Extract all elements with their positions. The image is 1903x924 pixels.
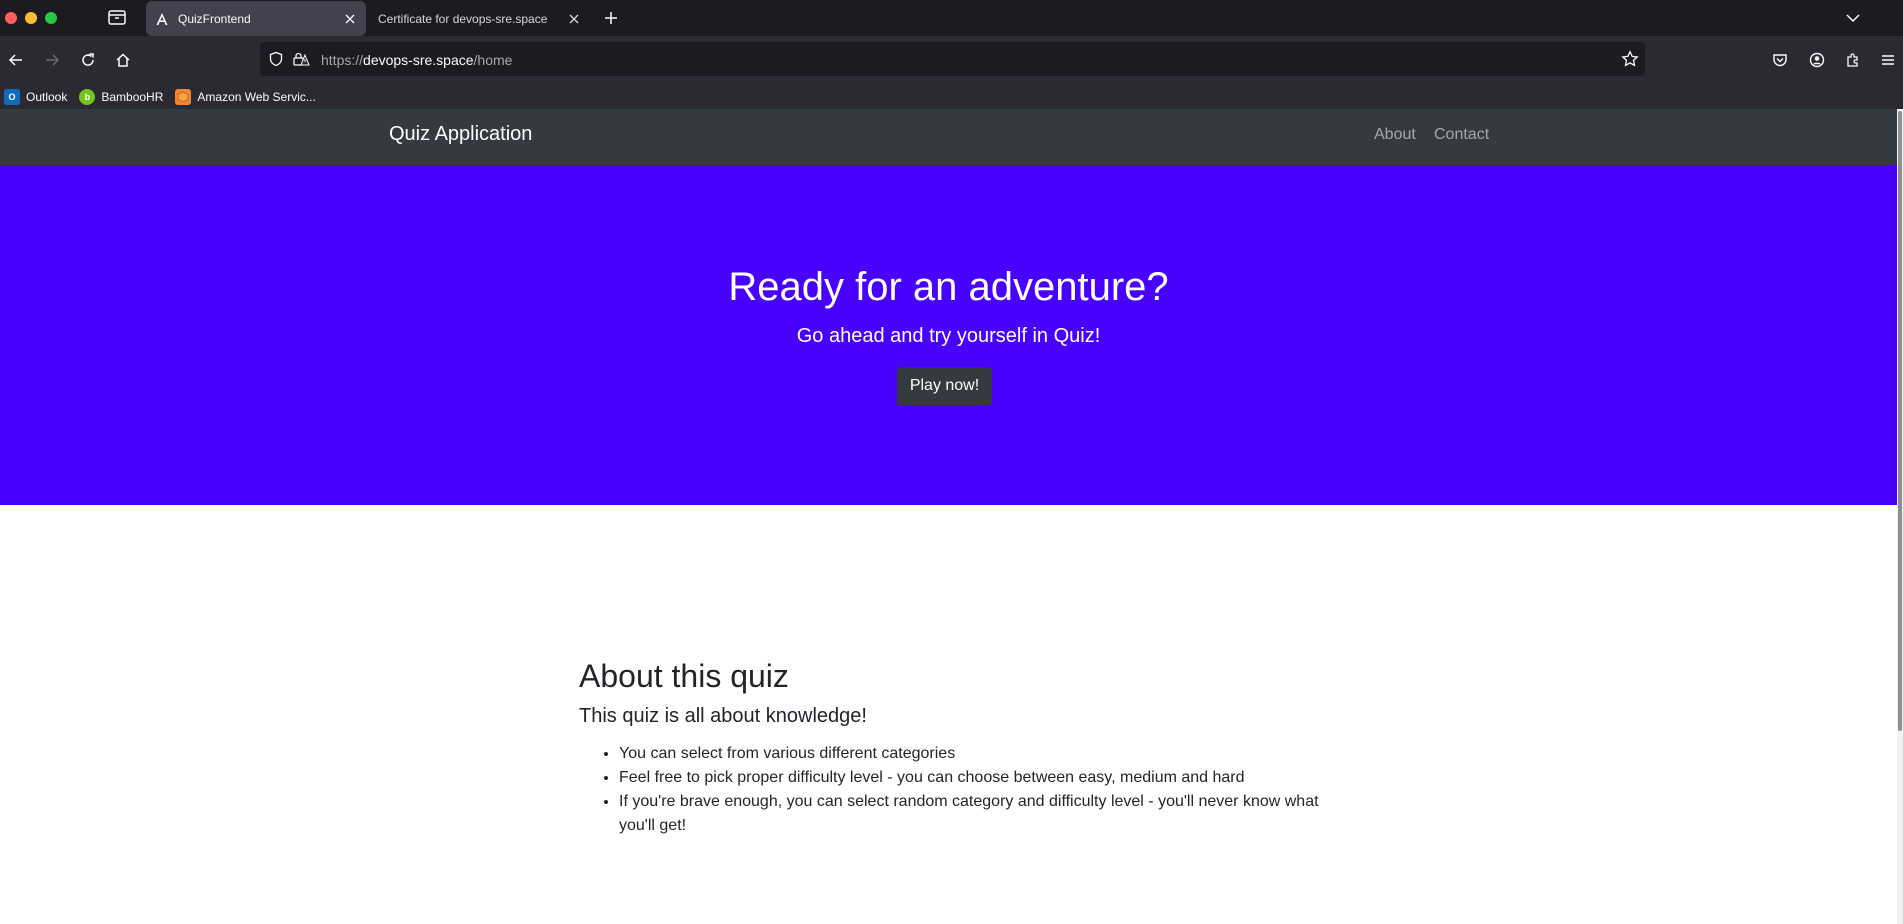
about-section: About this quiz This quiz is all about k… [579,657,1319,838]
url-path: /home [473,52,513,68]
list-item: If you're brave enough, you can select r… [619,790,1319,838]
scrollbar-thumb[interactable] [1898,111,1902,731]
menu-icon[interactable] [1876,48,1900,72]
shield-icon[interactable] [268,51,284,72]
nav-link-about[interactable]: About [1374,126,1416,144]
site-navbar: Quiz Application About Contact [0,109,1897,165]
close-tab-icon[interactable] [340,9,360,29]
extensions-icon[interactable] [1841,48,1865,72]
feature-list: You can select from various different ca… [579,742,1319,838]
tab-title: Certificate for devops-sre.space [378,11,548,26]
bookmark-bamboohr[interactable]: b BambooHR [79,88,164,105]
angular-icon [154,11,170,27]
bookmarks-bar: O Outlook b BambooHR Amazon Web Servic..… [0,84,1903,109]
bookmark-label: Outlook [26,89,68,104]
aws-icon [175,88,192,105]
insecure-lock-icon[interactable] [292,51,310,72]
bamboohr-icon: b [79,88,96,105]
url-host: devops-sre.space [363,52,474,68]
reload-icon[interactable] [76,48,100,72]
list-item: You can select from various different ca… [619,742,1319,766]
play-now-button[interactable]: Play now! [897,367,992,405]
bookmark-star-icon[interactable] [1621,50,1639,73]
new-tab-icon[interactable] [601,8,621,28]
hero-subtitle: Go ahead and try yourself in Quiz! [796,325,1101,347]
tab-overview-icon[interactable] [107,8,129,28]
pocket-icon[interactable] [1768,48,1792,72]
outlook-icon: O [4,88,20,105]
list-all-tabs-icon[interactable] [1843,8,1863,28]
bookmark-label: Amazon Web Servic... [197,89,316,104]
url-scheme: https:// [321,52,364,68]
about-title: About this quiz [579,658,789,694]
bookmark-aws[interactable]: Amazon Web Servic... [175,88,316,105]
close-window-button[interactable] [5,12,17,24]
page-scrollbar[interactable] [1897,109,1903,924]
maximize-window-button[interactable] [45,12,57,24]
nav-link-contact[interactable]: Contact [1434,126,1489,144]
close-tab-icon[interactable] [564,9,584,29]
tab-title: QuizFrontend [178,11,251,26]
account-icon[interactable] [1805,48,1829,72]
minimize-window-button[interactable] [25,12,37,24]
bookmark-label: BambooHR [101,89,164,104]
about-lead: This quiz is all about knowledge! [579,705,867,728]
list-item: Feel free to pick proper difficulty leve… [619,766,1319,790]
tab-certificate[interactable]: Certificate for devops-sre.space [370,1,590,36]
brand-link[interactable]: Quiz Application [389,123,532,146]
hero-section: Ready for an adventure? Go ahead and try… [0,165,1897,505]
tab-quizfrontend[interactable]: QuizFrontend [146,1,366,36]
address-bar[interactable]: https://devops-sre.space/home [260,42,1645,76]
browser-toolbar: https://devops-sre.space/home [0,36,1903,84]
bookmark-outlook[interactable]: O Outlook [4,88,68,105]
tab-strip: QuizFrontend Certificate for devops-sre.… [0,0,1903,36]
page-viewport: Quiz Application About Contact Ready for… [0,109,1903,924]
hero-title: Ready for an adventure? [728,265,1169,309]
forward-icon[interactable] [40,48,64,72]
home-icon[interactable] [111,48,135,72]
back-icon[interactable] [4,48,28,72]
url-text[interactable]: https://devops-sre.space/home [321,52,512,68]
